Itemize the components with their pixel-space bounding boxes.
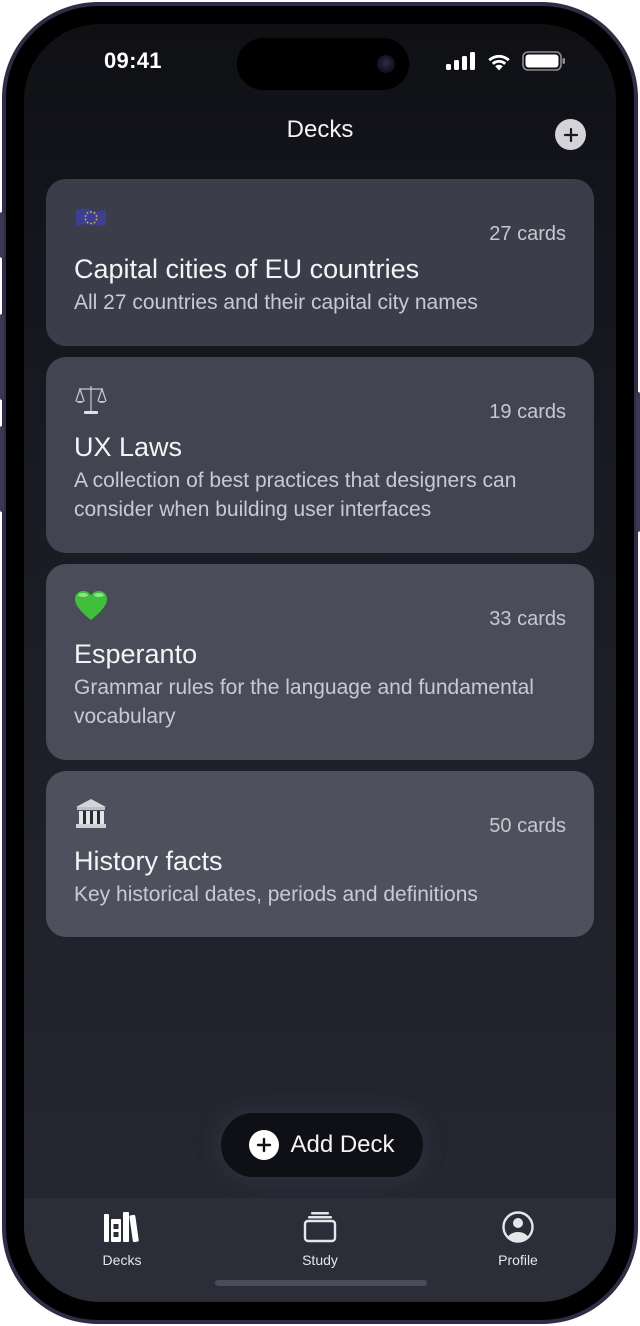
status-icons [446,51,566,71]
volume-up-button [0,314,4,400]
volume-down-button [0,426,4,512]
add-deck-nav-button[interactable] [555,119,586,150]
plus-circle-icon [249,1130,280,1160]
status-time: 09:41 [104,48,162,73]
power-button [636,392,640,532]
deck-card-count: 50 cards [489,814,566,837]
phone-frame: 09:41 Decks 27 cards Capital cities of E… [0,2,640,1324]
balance-scale-icon [74,383,110,414]
plus-icon [563,127,578,142]
tab-decks[interactable]: Decks [60,1208,184,1302]
deck-card-count: 19 cards [489,400,566,423]
deck-card-description: A collection of best practices that desi… [74,468,517,522]
deck-card-description: All 27 countries and their capital city … [74,291,478,314]
tab-profile-label: Profile [498,1252,538,1268]
screen: 09:41 Decks 27 cards Capital cities of E… [24,24,616,1302]
tab-decks-label: Decks [102,1252,142,1268]
wifi-icon [488,54,510,70]
eu-flag-icon [74,205,110,235]
deck-card-title: UX Laws [74,431,183,462]
deck-card-title: History facts [74,845,223,876]
deck-card[interactable]: 27 cards Capital cities of EU countries … [46,179,594,346]
battery-icon [522,51,565,71]
tab-study[interactable]: Study [258,1208,382,1302]
deck-card-title: Esperanto [74,638,198,669]
deck-card[interactable]: 50 cards History facts Key historical da… [46,770,594,937]
deck-card-count: 27 cards [489,223,566,245]
home-indicator[interactable] [215,1280,427,1286]
camera-icon [377,55,395,73]
deck-card-description: Key historical dates, periods and defini… [74,882,478,906]
deck-card-count: 33 cards [489,607,566,630]
dynamic-island [237,38,409,90]
person-circle-icon [501,1208,535,1246]
cellular-signal-icon [446,52,475,70]
deck-card[interactable]: 19 cards UX Laws A collection of best pr… [46,356,594,553]
tab-bar: Decks Study Profile [24,1198,616,1302]
action-button [0,212,4,258]
green-heart-icon [74,590,110,620]
page-title: Decks [286,116,354,143]
phone-bezel: 09:41 Decks 27 cards Capital cities of E… [6,6,634,1320]
add-deck-label: Add Deck [290,1131,395,1158]
books-icon [103,1208,141,1246]
classical-building-icon [74,797,110,828]
add-deck-button[interactable]: Add Deck [221,1113,423,1177]
deck-list: 27 cards Capital cities of EU countries … [46,179,594,937]
tab-study-label: Study [302,1252,338,1268]
card-stack-icon [303,1208,337,1246]
deck-card[interactable]: 33 cards Esperanto Grammar rules for the… [46,563,594,760]
deck-card-title: Capital cities of EU countries [74,254,420,284]
tab-profile[interactable]: Profile [456,1208,580,1302]
deck-card-description: Grammar rules for the language and funda… [74,675,534,729]
